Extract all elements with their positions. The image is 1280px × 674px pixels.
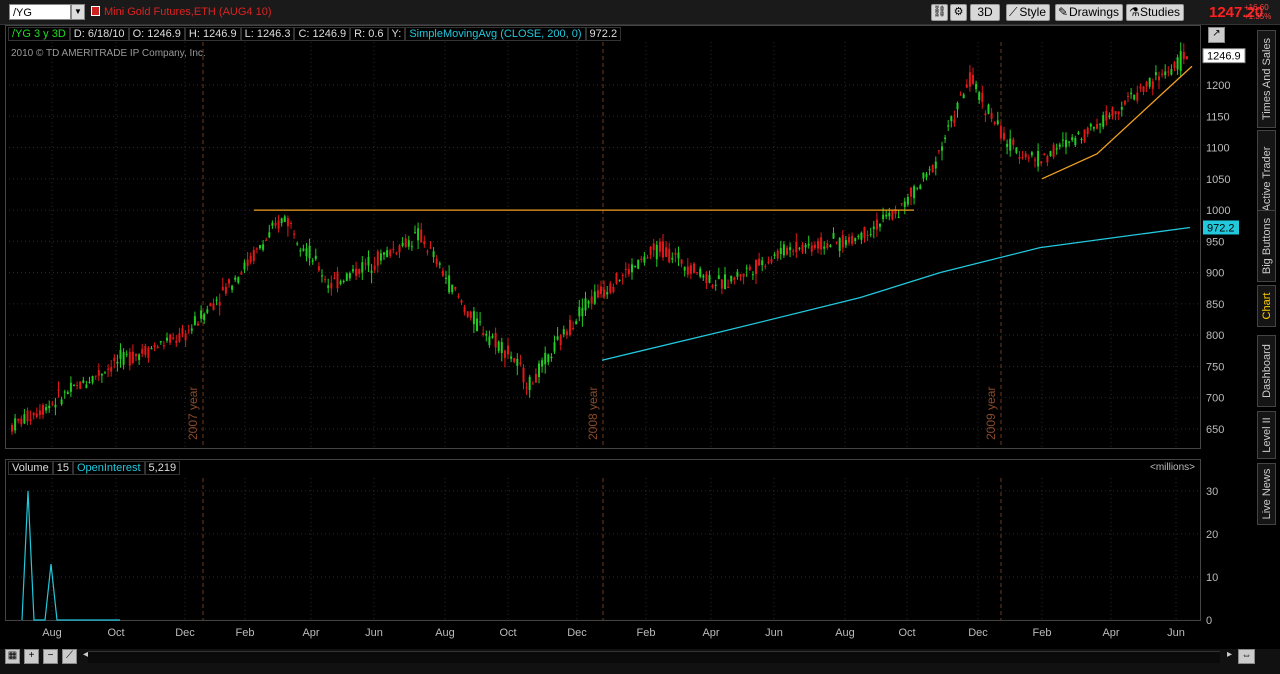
time-axis-label: Oct: [898, 627, 915, 639]
volume-panel[interactable]: [5, 459, 1201, 621]
pencil-icon: ✎: [1058, 5, 1069, 19]
style-icon: ⟋: [1009, 5, 1018, 19]
time-axis-label: Dec: [175, 627, 195, 639]
time-axis-label: Jun: [765, 627, 783, 639]
open-interest-value: 5,219: [144, 461, 181, 475]
zoom-out-icon[interactable]: −: [43, 649, 58, 664]
info-y: Y:: [387, 27, 406, 41]
symbol-description: Mini Gold Futures,ETH (AUG4 10): [104, 6, 272, 18]
drawings-label: Drawings: [1068, 5, 1119, 19]
volume-tick-label: 20: [1206, 529, 1218, 541]
price-tick-label: 700: [1206, 393, 1224, 405]
style-button[interactable]: ⟋ Style: [1006, 4, 1050, 21]
time-axis-label: Aug: [835, 627, 855, 639]
volume-tick-label: 30: [1206, 486, 1218, 498]
side-tabs: Times And Sales Active Trader Big Button…: [1257, 25, 1277, 665]
wrench-icon[interactable]: ⚙: [950, 4, 967, 21]
time-axis-label: Apr: [302, 627, 319, 639]
symbol-flag-icon: [91, 6, 100, 16]
tab-live-news[interactable]: Live News: [1257, 463, 1276, 525]
sma-axis-label: 972.2: [1207, 222, 1235, 234]
info-low: L: 1246.3: [240, 27, 295, 41]
last-price-axis-label: 1246.9: [1207, 51, 1241, 63]
chart-period[interactable]: /YG 3 y 3D: [8, 27, 70, 41]
info-range: R: 0.6: [350, 27, 388, 41]
horizontal-scrollbar[interactable]: [88, 651, 1220, 663]
info-open: O: 1246.9: [128, 27, 185, 41]
price-tick-label: 950: [1206, 236, 1224, 248]
price-tick-label: 1200: [1206, 80, 1230, 92]
sma-value-box: [1203, 220, 1239, 235]
price-panel[interactable]: [5, 25, 1201, 449]
tab-label: Chart: [1260, 292, 1273, 320]
price-tick-label: 850: [1206, 299, 1224, 311]
volume-tick-label: 0: [1206, 615, 1212, 627]
time-axis-label: Dec: [567, 627, 587, 639]
price-tick-label: 900: [1206, 268, 1224, 280]
study-name[interactable]: SimpleMovingAvg (CLOSE, 200, 0): [405, 27, 586, 41]
price-tick-label: 750: [1206, 361, 1224, 373]
drawings-button[interactable]: ✎ Drawings: [1055, 4, 1123, 21]
info-date: D: 6/18/10: [69, 27, 129, 41]
tab-label: Level II: [1260, 417, 1273, 453]
studies-label: Studies: [1139, 5, 1180, 19]
info-high: H: 1246.9: [184, 27, 241, 41]
tab-label: Active Trader: [1260, 146, 1273, 212]
net-change: +16.60: [1244, 3, 1269, 12]
volume-label: Volume: [8, 461, 53, 475]
price-tick-label: 1050: [1206, 174, 1230, 186]
symbol-input[interactable]: /YG: [9, 4, 71, 20]
tab-dashboard[interactable]: Dashboard: [1257, 335, 1276, 407]
3d-button[interactable]: 3D: [970, 4, 1000, 21]
open-interest-label[interactable]: OpenInterest: [72, 461, 145, 475]
time-axis-label: Jun: [365, 627, 383, 639]
tab-label: Big Buttons: [1260, 217, 1273, 275]
volume-info-bar: Volume 15 OpenInterest 5,219: [8, 461, 181, 475]
symbol-dropdown-icon[interactable]: ▼: [71, 4, 85, 20]
grid-icon[interactable]: ▦: [5, 649, 20, 664]
price-tick-label: 650: [1206, 424, 1224, 436]
info-close: C: 1246.9: [294, 27, 351, 41]
tab-label: Live News: [1260, 468, 1273, 520]
time-axis-label: Oct: [107, 627, 124, 639]
price-tick-label: 1100: [1206, 143, 1230, 155]
study-value: 972.2: [585, 27, 622, 41]
time-axis-label: Dec: [968, 627, 988, 639]
time-axis-label: Feb: [236, 627, 255, 639]
time-axis-label: Oct: [499, 627, 516, 639]
time-axis-label: Jun: [1167, 627, 1185, 639]
tab-label: Times And Sales: [1260, 37, 1273, 121]
style-label: Style: [1019, 5, 1046, 19]
studies-button[interactable]: ⚗ Studies: [1126, 4, 1184, 21]
draw-line-icon[interactable]: ⟋: [62, 649, 77, 664]
expand-icon[interactable]: ⇔: [1238, 649, 1255, 664]
volume-tick-label: 10: [1206, 572, 1218, 584]
tab-big-buttons[interactable]: Big Buttons: [1257, 210, 1276, 282]
time-axis-label: Feb: [637, 627, 656, 639]
volume-value: 15: [52, 461, 73, 475]
price-tick-label: 1150: [1206, 111, 1230, 123]
tab-label: Dashboard: [1260, 344, 1273, 398]
tab-chart[interactable]: Chart: [1257, 285, 1276, 327]
zoom-in-icon[interactable]: +: [24, 649, 39, 664]
price-tick-label: 800: [1206, 330, 1224, 342]
tab-times-and-sales[interactable]: Times And Sales: [1257, 30, 1276, 128]
chart-settings-icon[interactable]: ↗: [1208, 27, 1225, 43]
link-icon[interactable]: ⛓: [931, 4, 948, 21]
volume-units: <millions>: [1150, 462, 1196, 473]
tab-level-ii[interactable]: Level II: [1257, 411, 1276, 459]
scroll-right-icon[interactable]: ▸: [1222, 649, 1237, 664]
info-bar: /YG 3 y 3D D: 6/18/10 O: 1246.9 H: 1246.…: [8, 27, 622, 41]
time-axis-label: Aug: [42, 627, 62, 639]
last-price-box: [1202, 48, 1246, 64]
studies-icon: ⚗: [1129, 5, 1140, 19]
time-axis-label: Apr: [702, 627, 719, 639]
price-tick-label: 1000: [1206, 205, 1230, 217]
time-axis-label: Aug: [435, 627, 455, 639]
percent-change: +1.35%: [1244, 12, 1272, 21]
time-axis-label: Feb: [1033, 627, 1052, 639]
copyright: 2010 © TD AMERITRADE IP Company, Inc.: [11, 48, 206, 59]
time-axis-label: Apr: [1102, 627, 1119, 639]
